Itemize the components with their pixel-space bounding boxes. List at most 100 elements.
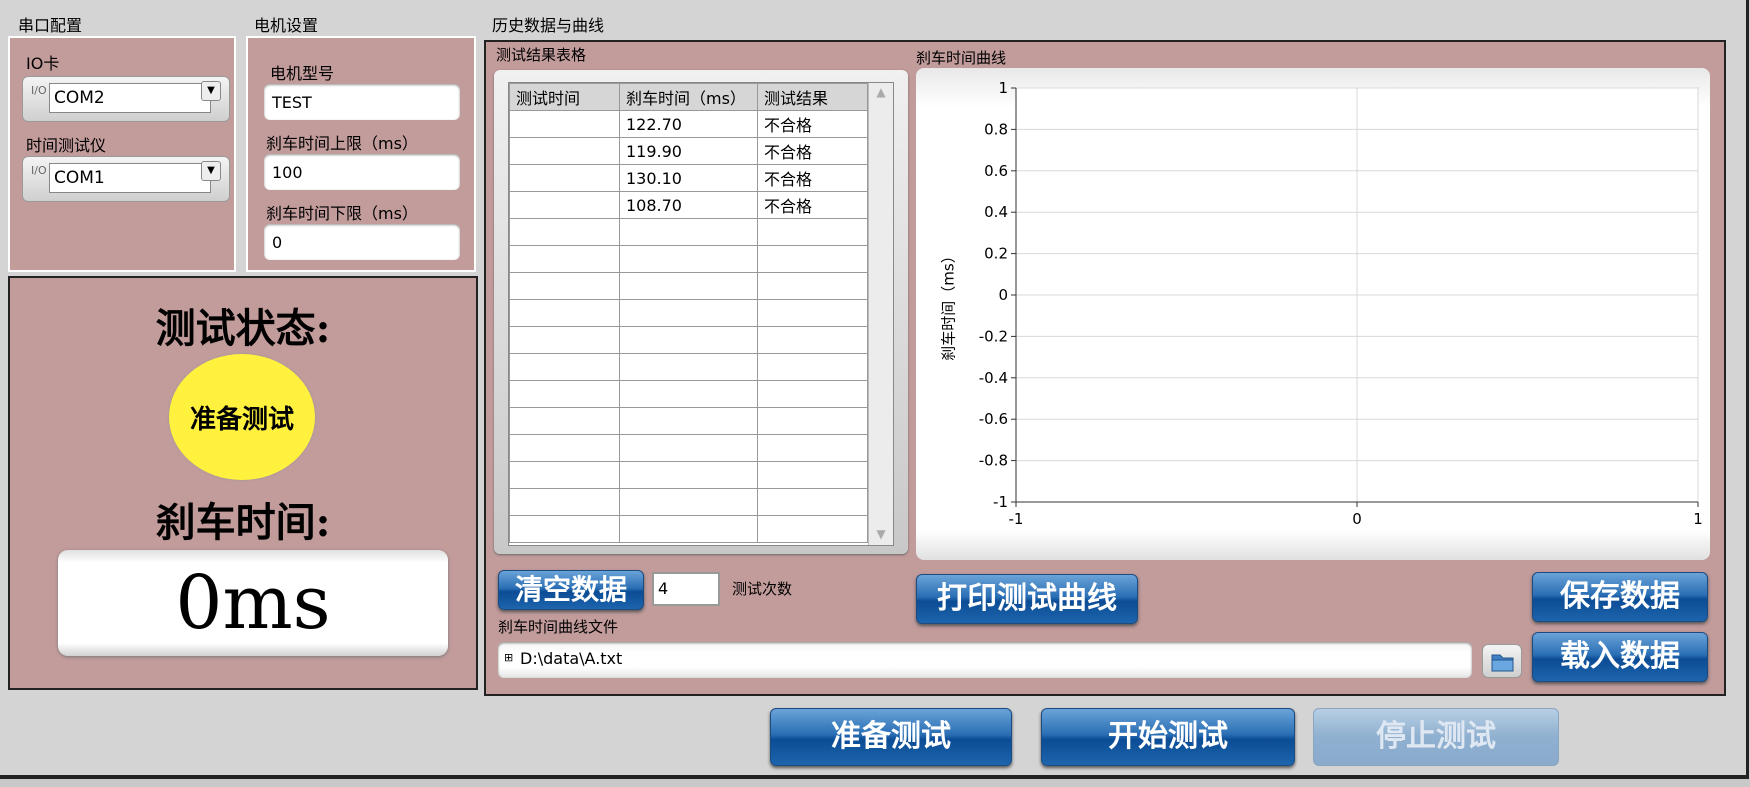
table-row[interactable] bbox=[509, 218, 868, 246]
cell-result[interactable] bbox=[757, 488, 868, 516]
cell-brake-time[interactable] bbox=[619, 488, 758, 516]
clear-data-button[interactable]: 清空数据 bbox=[498, 570, 644, 610]
cell-result[interactable] bbox=[757, 218, 868, 246]
table-row[interactable]: 119.90 不合格 bbox=[509, 137, 868, 165]
table-row[interactable]: 108.70 不合格 bbox=[509, 191, 868, 219]
cell-test-time[interactable] bbox=[509, 488, 620, 516]
cell-test-time[interactable] bbox=[509, 191, 620, 219]
table-row[interactable] bbox=[509, 380, 868, 408]
table-scrollbar[interactable]: ▲ ▼ bbox=[868, 83, 893, 545]
cell-brake-time[interactable]: 108.70 bbox=[619, 191, 758, 219]
cell-test-time[interactable] bbox=[509, 218, 620, 246]
chart-title: 刹车时间曲线 bbox=[916, 49, 1007, 67]
save-data-button[interactable]: 保存数据 bbox=[1532, 572, 1708, 622]
test-count-input[interactable]: 4 bbox=[652, 572, 720, 606]
cell-test-time[interactable] bbox=[509, 434, 620, 462]
table-row[interactable] bbox=[509, 299, 868, 327]
prepare-test-button[interactable]: 准备测试 bbox=[770, 708, 1012, 766]
table-row[interactable] bbox=[509, 488, 868, 516]
cell-brake-time[interactable] bbox=[619, 218, 758, 246]
cell-brake-time[interactable] bbox=[619, 272, 758, 300]
table-title: 测试结果表格 bbox=[496, 46, 587, 64]
curve-file-path[interactable]: D:\data\A.txt bbox=[520, 649, 622, 668]
curve-file-label: 刹车时间曲线文件 bbox=[498, 618, 619, 636]
cell-test-time[interactable] bbox=[509, 299, 620, 327]
cell-test-time[interactable] bbox=[509, 353, 620, 381]
scroll-up-icon[interactable]: ▲ bbox=[869, 85, 893, 99]
cell-result[interactable] bbox=[757, 326, 868, 354]
cell-test-time[interactable] bbox=[509, 326, 620, 354]
table-row[interactable] bbox=[509, 461, 868, 489]
browse-folder-button[interactable] bbox=[1482, 644, 1522, 678]
col-header-brake-time[interactable]: 刹车时间（ms） bbox=[619, 83, 758, 111]
table-row[interactable]: 122.70 不合格 bbox=[509, 110, 868, 138]
cell-result[interactable]: 不合格 bbox=[757, 164, 868, 192]
cell-brake-time[interactable] bbox=[619, 380, 758, 408]
cell-result[interactable]: 不合格 bbox=[757, 137, 868, 165]
cell-test-time[interactable] bbox=[509, 110, 620, 138]
brake-time-value: 0ms bbox=[175, 560, 331, 646]
cell-test-time[interactable] bbox=[509, 137, 620, 165]
upper-limit-label: 刹车时间上限（ms） bbox=[266, 134, 418, 153]
cell-brake-time[interactable] bbox=[619, 434, 758, 462]
cell-result[interactable] bbox=[757, 461, 868, 489]
curve-file-input[interactable]: ⊞ D:\data\A.txt bbox=[498, 642, 1472, 678]
io-card-combo[interactable]: I/O COM2 ▼ bbox=[22, 76, 230, 122]
io-card-value[interactable]: COM2 bbox=[49, 83, 211, 113]
cell-test-time[interactable] bbox=[509, 272, 620, 300]
io-icon: I/O bbox=[31, 164, 47, 177]
chevron-down-icon[interactable]: ▼ bbox=[201, 161, 221, 181]
timer-device-value[interactable]: COM1 bbox=[49, 163, 211, 193]
cell-result[interactable] bbox=[757, 272, 868, 300]
cell-brake-time[interactable] bbox=[619, 245, 758, 273]
cell-test-time[interactable] bbox=[509, 407, 620, 435]
table-row[interactable] bbox=[509, 515, 868, 543]
cell-brake-time[interactable] bbox=[619, 407, 758, 435]
col-header-result[interactable]: 测试结果 bbox=[757, 83, 868, 111]
start-test-button[interactable]: 开始测试 bbox=[1041, 708, 1295, 766]
cell-result[interactable] bbox=[757, 407, 868, 435]
cell-test-time[interactable] bbox=[509, 515, 620, 543]
table-row[interactable] bbox=[509, 434, 868, 462]
load-data-button[interactable]: 载入数据 bbox=[1532, 632, 1708, 682]
table-row[interactable] bbox=[509, 353, 868, 381]
cell-result[interactable] bbox=[757, 299, 868, 327]
cell-result[interactable] bbox=[757, 353, 868, 381]
brake-time-title: 刹车时间: bbox=[155, 499, 331, 546]
table-row[interactable] bbox=[509, 245, 868, 273]
table-row[interactable]: 130.10 不合格 bbox=[509, 164, 868, 192]
timer-device-combo[interactable]: I/O COM1 ▼ bbox=[22, 156, 230, 202]
stop-test-button[interactable]: 停止测试 bbox=[1313, 708, 1559, 766]
cell-result[interactable]: 不合格 bbox=[757, 110, 868, 138]
cell-test-time[interactable] bbox=[509, 461, 620, 489]
table-row[interactable] bbox=[509, 272, 868, 300]
motor-model-input[interactable]: TEST bbox=[264, 84, 460, 120]
cell-brake-time[interactable] bbox=[619, 353, 758, 381]
y-tick-label: 0 bbox=[998, 286, 1008, 304]
cell-result[interactable] bbox=[757, 245, 868, 273]
cell-brake-time[interactable]: 130.10 bbox=[619, 164, 758, 192]
results-table[interactable]: 测试时间 刹车时间（ms） 测试结果 122.70 不合格 119.90 不合格 130… bbox=[508, 82, 894, 546]
print-curve-button[interactable]: 打印测试曲线 bbox=[916, 574, 1138, 624]
cell-result[interactable] bbox=[757, 434, 868, 462]
table-row[interactable] bbox=[509, 407, 868, 435]
cell-brake-time[interactable]: 122.70 bbox=[619, 110, 758, 138]
lower-limit-input[interactable]: 0 bbox=[264, 224, 460, 260]
cell-result[interactable] bbox=[757, 515, 868, 543]
scroll-down-icon[interactable]: ▼ bbox=[869, 527, 893, 541]
cell-test-time[interactable] bbox=[509, 245, 620, 273]
cell-brake-time[interactable]: 119.90 bbox=[619, 137, 758, 165]
cell-brake-time[interactable] bbox=[619, 515, 758, 543]
cell-test-time[interactable] bbox=[509, 380, 620, 408]
chevron-down-icon[interactable]: ▼ bbox=[201, 81, 221, 101]
table-row[interactable] bbox=[509, 326, 868, 354]
upper-limit-input[interactable]: 100 bbox=[264, 154, 460, 190]
cell-result[interactable] bbox=[757, 380, 868, 408]
cell-brake-time[interactable] bbox=[619, 326, 758, 354]
cell-brake-time[interactable] bbox=[619, 461, 758, 489]
serial-section-title: 串口配置 bbox=[18, 16, 83, 35]
cell-test-time[interactable] bbox=[509, 164, 620, 192]
col-header-test-time[interactable]: 测试时间 bbox=[509, 83, 620, 111]
cell-brake-time[interactable] bbox=[619, 299, 758, 327]
cell-result[interactable]: 不合格 bbox=[757, 191, 868, 219]
